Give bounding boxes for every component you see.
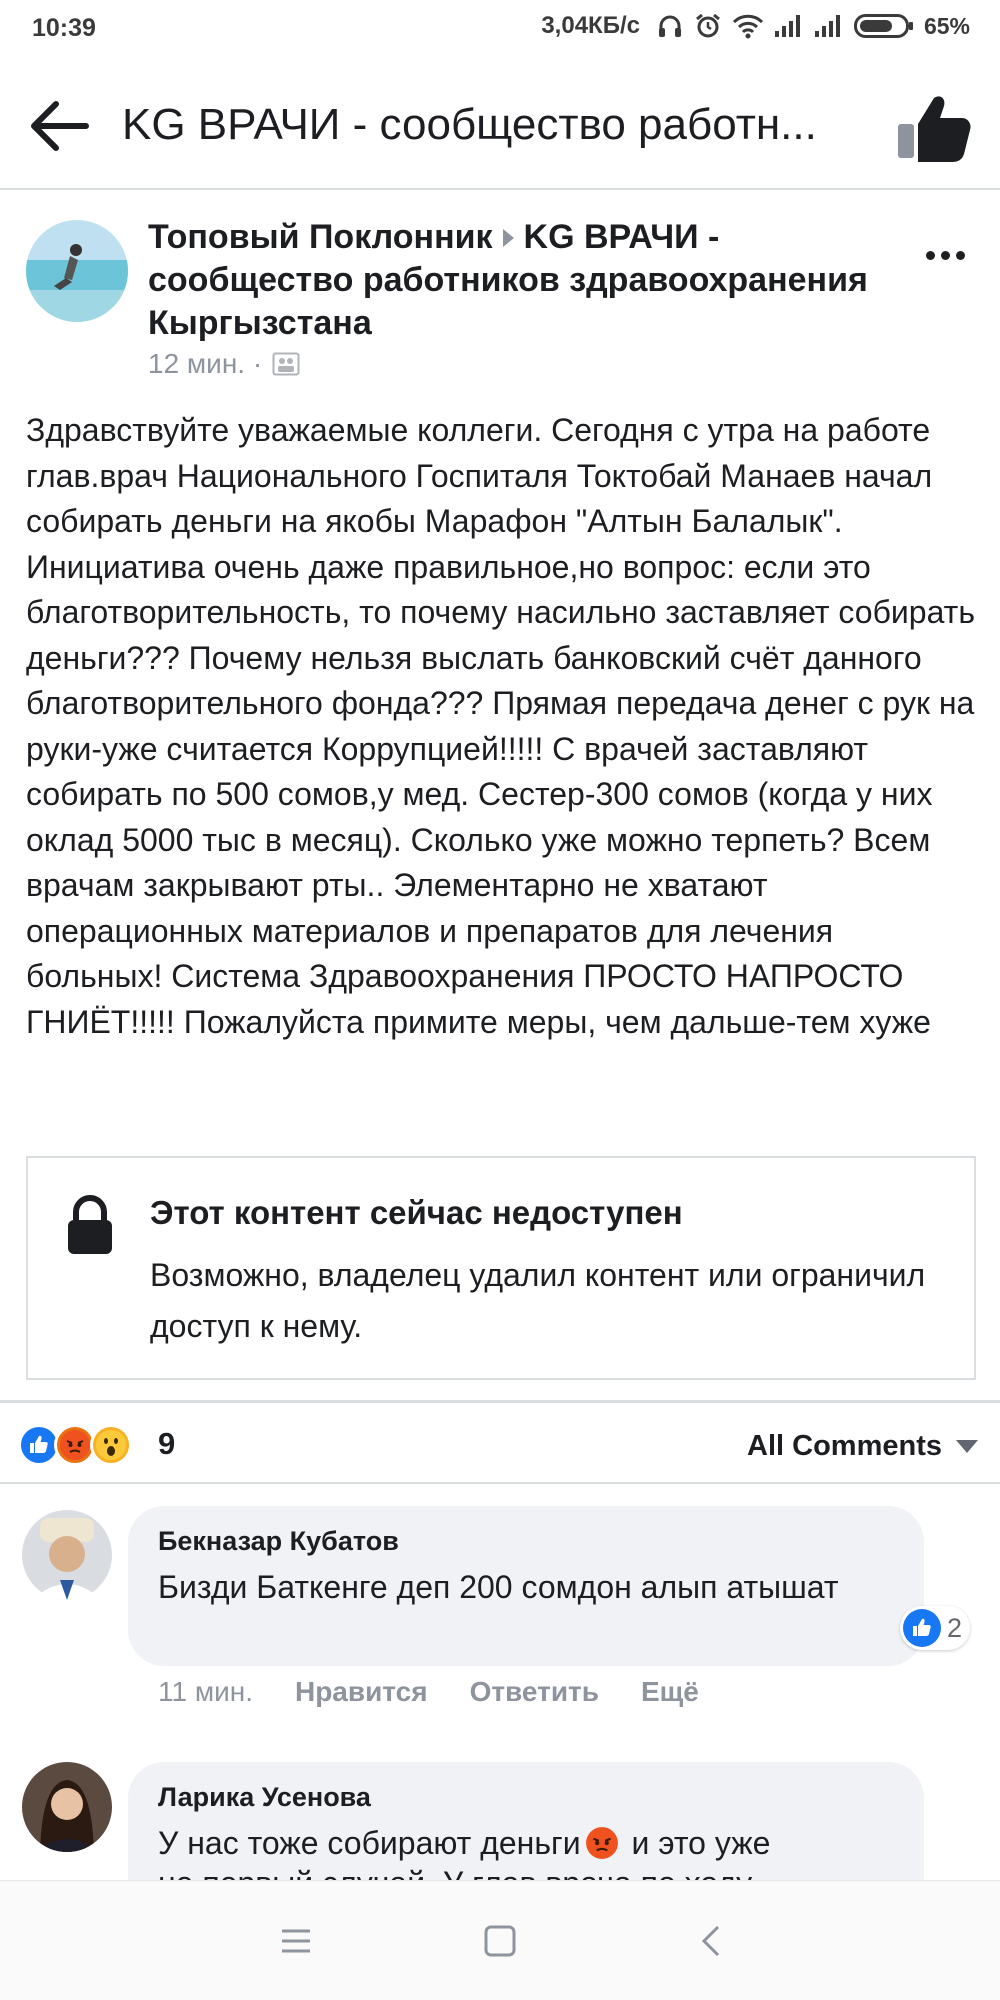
unavailable-description: Возможно, владелец удалил контент или ог… bbox=[150, 1257, 926, 1344]
commenter-avatar[interactable] bbox=[22, 1510, 112, 1600]
comment-bubble[interactable]: Ларика Усенова У нас тоже собирают деньг… bbox=[128, 1762, 924, 1880]
comment-like-count: 2 bbox=[947, 1612, 963, 1643]
battery-percent: 65% bbox=[923, 12, 970, 39]
comment-text-part: У нас тоже собирают деньги bbox=[158, 1825, 581, 1861]
comments-filter-dropdown[interactable]: All Comments bbox=[747, 1430, 978, 1463]
comment-actions: 11 мин. Нравится Ответить Ещё bbox=[158, 1676, 699, 1708]
comment-more-button[interactable]: Ещё bbox=[641, 1676, 699, 1708]
back-arrow-icon bbox=[31, 101, 89, 151]
signal-icon-2 bbox=[814, 14, 844, 38]
comment: Ларика Усенова У нас тоже собирают деньг… bbox=[0, 1762, 1000, 1880]
signal-icon bbox=[774, 14, 804, 38]
reaction-count[interactable]: 9 bbox=[158, 1426, 175, 1462]
angry-emoji-icon bbox=[585, 1827, 618, 1859]
system-nav-bar bbox=[0, 1880, 1000, 2000]
post-text: Здравствуйте уважаемые коллеги. Сегодня … bbox=[26, 412, 984, 1040]
post-header: Топовый Поклонник KG ВРАЧИ - сообщество р… bbox=[0, 210, 1000, 390]
comment-text: Бизди Баткенге деп 200 сомдон алып атыша… bbox=[158, 1569, 839, 1605]
alarm-icon bbox=[694, 12, 722, 40]
network-speed: 3,04КБ/с bbox=[541, 12, 640, 39]
post-author-name[interactable]: Топовый Поклонник bbox=[148, 218, 493, 256]
app-header: KG ВРАЧИ - сообщество работн... bbox=[0, 62, 1000, 190]
like-page-button[interactable] bbox=[890, 90, 974, 166]
dot-icon bbox=[940, 250, 950, 260]
comment-reply-button[interactable]: Ответить bbox=[470, 1676, 599, 1708]
thumbs-up-icon bbox=[898, 96, 971, 162]
group-audience-icon bbox=[272, 352, 300, 376]
back-chevron-icon[interactable] bbox=[690, 1921, 734, 1961]
reactions-bar: 9 All Comments bbox=[0, 1404, 1000, 1484]
unavailable-title: Этот контент сейчас недоступен bbox=[150, 1194, 683, 1231]
status-time: 10:39 bbox=[32, 14, 96, 42]
wow-icon bbox=[90, 1424, 132, 1466]
post-time[interactable]: 12 мин. · bbox=[148, 348, 262, 380]
post-author-line: Топовый Поклонник KG ВРАЧИ - сообщество р… bbox=[148, 216, 868, 345]
lock-icon bbox=[68, 1195, 112, 1254]
post-more-button[interactable] bbox=[920, 240, 970, 270]
commenter-avatar[interactable] bbox=[22, 1762, 112, 1852]
post-author-avatar[interactable] bbox=[26, 220, 128, 322]
headphones-icon bbox=[656, 12, 684, 40]
comment-time: 11 мин. bbox=[158, 1676, 253, 1707]
post-meta: 12 мин. · bbox=[148, 348, 300, 380]
reaction-icons[interactable] bbox=[18, 1424, 132, 1466]
comment-text-part: и это уже bbox=[622, 1825, 771, 1861]
back-button[interactable] bbox=[28, 98, 92, 154]
arrow-right-icon bbox=[502, 228, 514, 247]
battery-icon bbox=[853, 13, 914, 39]
comment-reaction-badge[interactable]: 2 bbox=[900, 1606, 971, 1650]
divider bbox=[0, 1400, 1000, 1403]
dot-icon bbox=[955, 250, 965, 260]
menu-icon[interactable] bbox=[274, 1921, 318, 1961]
comment-text-part: не первый случай. У глав врача по ходу bbox=[158, 1865, 752, 1880]
dot-icon bbox=[925, 250, 935, 260]
comment-like-button[interactable]: Нравится bbox=[295, 1676, 428, 1708]
comment-text: У нас тоже собирают деньги и это уже не … bbox=[158, 1823, 894, 1880]
chevron-down-icon bbox=[956, 1440, 978, 1453]
commenter-name[interactable]: Бекназар Кубатов bbox=[158, 1526, 894, 1557]
unavailable-content-box[interactable]: Этот контент сейчас недоступен Возможно,… bbox=[26, 1156, 976, 1380]
like-icon bbox=[903, 1609, 941, 1647]
comments-filter-label: All Comments bbox=[747, 1430, 942, 1462]
comment-bubble[interactable]: Бекназар Кубатов Бизди Баткенге деп 200 … bbox=[128, 1506, 924, 1666]
page-title: KG ВРАЧИ - сообщество работн... bbox=[122, 100, 817, 149]
wifi-icon bbox=[732, 13, 764, 39]
commenter-name[interactable]: Ларика Усенова bbox=[158, 1782, 894, 1813]
status-icons: 3,04КБ/с 65% bbox=[541, 12, 970, 40]
home-square-icon[interactable] bbox=[478, 1921, 522, 1961]
status-bar: 10:39 3,04КБ/с 65% bbox=[0, 0, 1000, 62]
